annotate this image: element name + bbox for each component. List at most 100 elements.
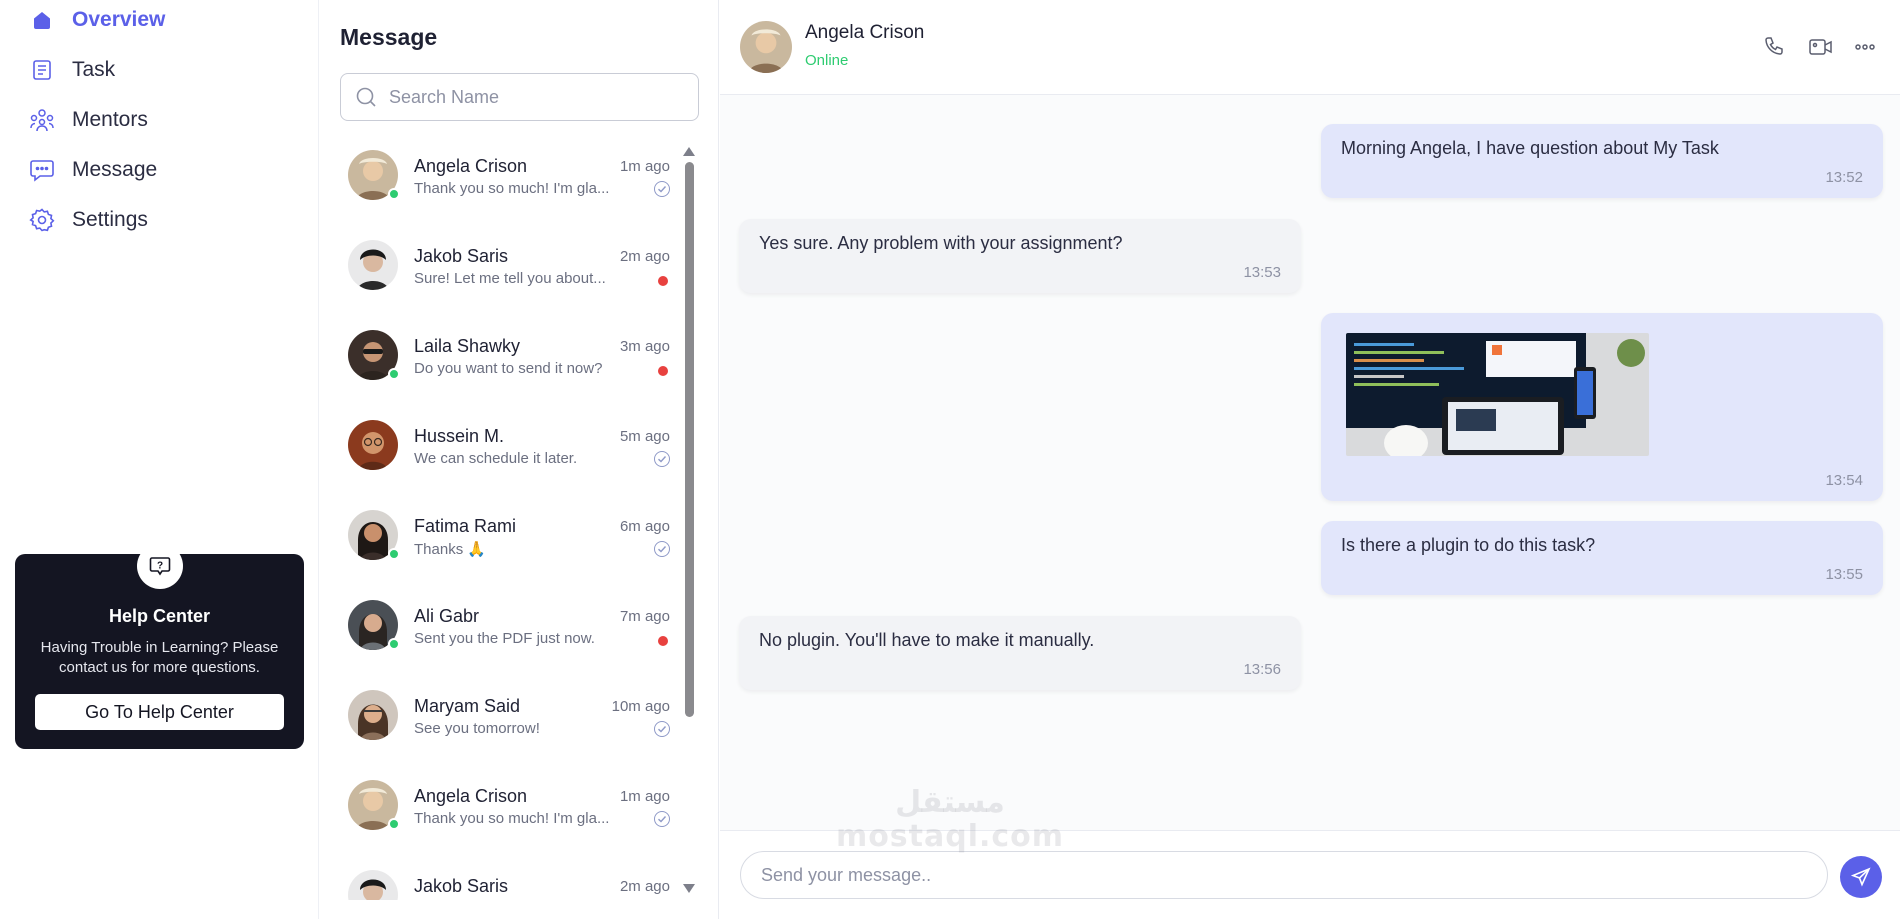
- chat-avatar: [740, 21, 792, 73]
- help-badge: ?: [136, 543, 183, 589]
- search-icon: [356, 87, 376, 107]
- conversation-preview: Sent you the PDF just now.: [414, 630, 595, 647]
- avatar: [348, 240, 398, 290]
- send-icon: [1851, 867, 1871, 887]
- conversation-preview: Thanks 🙏: [414, 541, 487, 558]
- conversation-item[interactable]: Angela Crison 1m ago Thank you so much! …: [348, 766, 670, 846]
- more-options-icon[interactable]: [1850, 32, 1880, 62]
- conversation-name: Angela Crison: [414, 786, 528, 806]
- conversation-time: 7m ago: [619, 608, 670, 625]
- read-check-icon: [654, 721, 670, 737]
- home-icon: [28, 6, 56, 34]
- unread-indicator: [658, 276, 668, 286]
- message-time: 13:53: [1243, 264, 1281, 281]
- conversation-time: 10m ago: [611, 698, 670, 715]
- conversation-preview: Thank you so much! I'm gla...: [414, 180, 610, 197]
- conversation-item[interactable]: Angela Crison 1m ago Thank you so much! …: [348, 136, 670, 216]
- avatar: [348, 690, 398, 740]
- message-bubble-incoming: Yes sure. Any problem with your assignme…: [739, 219, 1301, 293]
- conversation-preview: Thank you so much! I'm gla...: [414, 810, 610, 827]
- avatar: [348, 420, 398, 470]
- message-text: Yes sure. Any problem with your assignme…: [759, 233, 1123, 253]
- send-button[interactable]: [1840, 856, 1882, 898]
- conversation-time: 1m ago: [619, 788, 670, 805]
- conversation-preview: Do you want to send it now?: [414, 360, 603, 377]
- conversation-item[interactable]: Jakob Saris 2m ago Sure! Let me tell you…: [348, 226, 670, 306]
- nav-message[interactable]: Message: [28, 155, 157, 185]
- online-indicator: [388, 368, 400, 380]
- scroll-down-arrow[interactable]: [683, 884, 695, 893]
- conversation-item[interactable]: Jakob Saris 2m ago: [348, 856, 670, 900]
- conversation-preview: Sure! Let me tell you about...: [414, 270, 606, 287]
- search-input[interactable]: [389, 86, 679, 108]
- message-icon: [28, 156, 56, 184]
- conversation-item[interactable]: Maryam Said 10m ago See you tomorrow!: [348, 676, 670, 756]
- conversation-preview: See you tomorrow!: [414, 720, 540, 737]
- conversation-time: 6m ago: [619, 518, 670, 535]
- message-bubble-incoming: No plugin. You'll have to make it manual…: [739, 616, 1301, 690]
- conversation-name: Ali Gabr: [414, 606, 480, 626]
- conversation-preview: We can schedule it later.: [414, 450, 578, 467]
- chat-contact-status: Online: [805, 52, 849, 69]
- mentors-icon: [28, 106, 56, 134]
- message-bubble-outgoing: 13:54: [1321, 313, 1883, 501]
- message-text: Morning Angela, I have question about My…: [1341, 138, 1719, 158]
- nav-overview-label: Overview: [72, 8, 166, 31]
- conversation-name: Jakob Saris: [414, 876, 509, 896]
- phone-icon[interactable]: [1760, 32, 1790, 62]
- conversation-item[interactable]: Laila Shawky 3m ago Do you want to send …: [348, 316, 670, 396]
- conversation-name: Angela Crison: [414, 156, 528, 176]
- conversation-time: 5m ago: [619, 428, 670, 445]
- nav-mentors-label: Mentors: [72, 108, 148, 131]
- chat-contact-name: Angela Crison: [805, 22, 925, 43]
- message-time: 13:55: [1825, 566, 1863, 583]
- conversation-name: Laila Shawky: [414, 336, 521, 356]
- conversation-time: 3m ago: [619, 338, 670, 355]
- video-call-icon[interactable]: [1806, 32, 1836, 62]
- help-center-text: Having Trouble in Learning? Please conta…: [40, 639, 279, 676]
- conversation-item[interactable]: Ali Gabr 7m ago Sent you the PDF just no…: [348, 586, 670, 666]
- read-check-icon: [654, 811, 670, 827]
- help-center-card: ? Help Center Having Trouble in Learning…: [15, 543, 304, 749]
- nav-task[interactable]: Task: [28, 55, 115, 85]
- message-time: 13:54: [1825, 472, 1863, 489]
- go-to-help-center-button[interactable]: Go To Help Center: [35, 694, 284, 730]
- settings-icon: [28, 206, 56, 234]
- online-indicator: [388, 548, 400, 560]
- message-bubble-outgoing: Is there a plugin to do this task? 13:55: [1321, 521, 1883, 595]
- message-bubble-outgoing: Morning Angela, I have question about My…: [1321, 124, 1883, 198]
- message-text: Is there a plugin to do this task?: [1341, 535, 1596, 555]
- nav-mentors[interactable]: Mentors: [28, 105, 148, 135]
- conversation-name: Fatima Rami: [414, 516, 517, 536]
- online-indicator: [388, 818, 400, 830]
- help-center-title: Help Center: [108, 606, 211, 626]
- unread-indicator: [658, 636, 668, 646]
- help-question-icon: ?: [149, 557, 170, 576]
- scrollbar-thumb[interactable]: [685, 162, 694, 717]
- task-icon: [28, 56, 56, 84]
- conversation-name: Hussein M.: [414, 426, 505, 446]
- message-time: 13:56: [1243, 661, 1281, 678]
- read-check-icon: [654, 541, 670, 557]
- message-input[interactable]: [740, 851, 1828, 899]
- conversation-item[interactable]: Fatima Rami 6m ago Thanks 🙏: [348, 496, 670, 576]
- nav-overview[interactable]: Overview: [28, 5, 165, 35]
- read-check-icon: [654, 451, 670, 467]
- scroll-up-arrow[interactable]: [683, 147, 695, 156]
- online-indicator: [388, 638, 400, 650]
- chat-panel: Angela Crison Online Morning Angela, I h…: [720, 0, 1900, 919]
- message-list-panel: Message Angela Crison 1m ago Thank you s…: [320, 0, 719, 919]
- sidebar: Overview Task Mentors Message Settings ?…: [0, 0, 319, 919]
- conversation-time: 2m ago: [619, 878, 670, 895]
- nav-settings-label: Settings: [72, 208, 148, 231]
- search-box[interactable]: [340, 73, 699, 121]
- conversation-name: Jakob Saris: [414, 246, 509, 266]
- avatar: [348, 870, 398, 900]
- attached-image[interactable]: [1346, 333, 1649, 456]
- nav-settings[interactable]: Settings: [28, 205, 148, 235]
- unread-indicator: [658, 366, 668, 376]
- message-time: 13:52: [1825, 169, 1863, 186]
- svg-text:?: ?: [156, 561, 162, 572]
- conversation-item[interactable]: Hussein M. 5m ago We can schedule it lat…: [348, 406, 670, 486]
- conversation-time: 1m ago: [619, 158, 670, 175]
